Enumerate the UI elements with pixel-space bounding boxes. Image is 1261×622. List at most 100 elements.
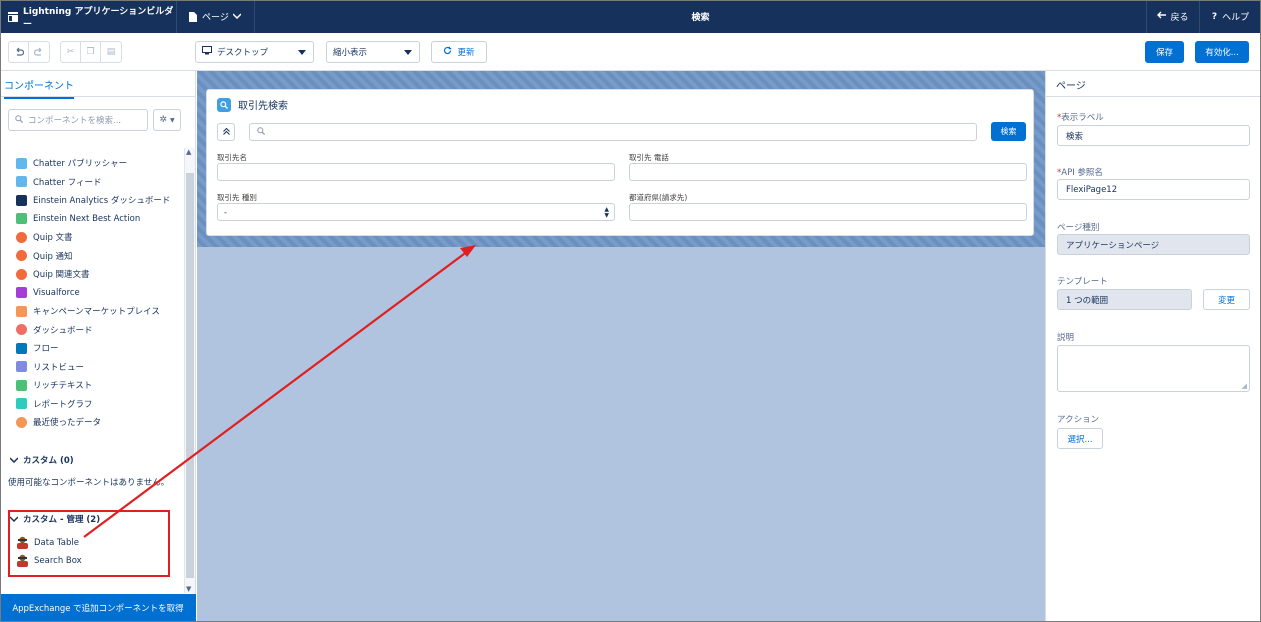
device-select-value: デスクトップ <box>217 48 269 58</box>
refresh-button[interactable]: 更新 <box>431 41 487 63</box>
cut-button[interactable]: ✂ <box>61 42 81 62</box>
help-button[interactable]: ? ヘルプ <box>1200 0 1261 33</box>
card-header: 取引先検索 <box>217 97 288 112</box>
component-list-item[interactable]: 最近使ったデータ <box>16 413 184 432</box>
arrow-left-icon <box>1157 11 1167 22</box>
component-list-item[interactable]: フロー <box>16 339 184 358</box>
component-label: 最近使ったデータ <box>33 418 102 429</box>
component-list-item[interactable]: Quip 通知 <box>16 247 184 266</box>
description-textarea[interactable]: ◢ <box>1057 345 1250 392</box>
managed-section-label: カスタム - 管理 (2) <box>23 515 101 525</box>
component-search-box[interactable]: Search Box <box>16 554 82 567</box>
component-label: Einstein Next Best Action <box>33 213 141 224</box>
properties-header: ページ <box>1046 71 1261 97</box>
component-list-item[interactable]: リッチテキスト <box>16 376 184 395</box>
scrollbar-thumb[interactable] <box>186 173 194 578</box>
page-type-label: ページ種別 <box>1057 223 1100 233</box>
scissors-icon: ✂ <box>66 47 75 57</box>
lightning-icon <box>16 157 27 169</box>
actions-label: アクション <box>1057 415 1100 425</box>
quip-icon <box>16 268 27 280</box>
resize-handle-icon: ◢ <box>1241 382 1247 390</box>
dashboard-icon <box>16 324 27 336</box>
quip-icon <box>16 231 27 243</box>
app-title: Lightning アプリケーションビルダー <box>0 0 177 33</box>
search-button[interactable]: 検索 <box>991 122 1026 141</box>
device-select[interactable]: デスクトップ <box>195 41 314 63</box>
component-list-item[interactable]: リストビュー <box>16 358 184 377</box>
component-list-item[interactable]: Einstein Analytics ダッシュボード <box>16 191 184 210</box>
campaign-icon <box>16 305 27 317</box>
help-label: ヘルプ <box>1222 13 1250 23</box>
custom-component-icon <box>16 536 29 549</box>
pages-label: ページ <box>202 13 229 23</box>
chevron-down-icon <box>9 515 19 524</box>
component-list-item[interactable]: Visualforce <box>16 284 184 303</box>
component-data-table[interactable]: Data Table <box>16 536 79 549</box>
billing-state-input[interactable] <box>629 203 1027 221</box>
feed-icon <box>16 176 27 188</box>
managed-section-header[interactable]: カスタム - 管理 (2) <box>9 513 101 525</box>
component-list-item[interactable]: Quip 文書 <box>16 228 184 247</box>
save-button[interactable]: 保存 <box>1145 41 1184 63</box>
account-phone-input[interactable] <box>629 163 1027 181</box>
back-label: 戻る <box>1170 13 1189 23</box>
paste-button[interactable]: ▤ <box>101 42 121 62</box>
card-title: 取引先検索 <box>238 101 288 112</box>
keyword-search-input[interactable] <box>249 123 977 141</box>
paste-icon: ▤ <box>106 47 116 57</box>
component-list-item[interactable]: Einstein Next Best Action <box>16 210 184 229</box>
component-list-item[interactable]: ダッシュボード <box>16 321 184 340</box>
scroll-down-icon: ▼ <box>186 585 192 593</box>
api-name-input[interactable]: FlexiPage12 <box>1057 179 1250 200</box>
undo-redo-group <box>8 41 50 63</box>
activate-button[interactable]: 有効化... <box>1195 41 1249 63</box>
search-icon <box>217 97 231 112</box>
select-actions-button[interactable]: 選択... <box>1057 428 1103 449</box>
collapse-button[interactable] <box>217 123 235 141</box>
zoom-select[interactable]: 縮小表示 <box>326 41 420 63</box>
standard-component-list: Chatter パブリッシャー Chatter フィード Einstein Anal… <box>16 154 184 432</box>
change-template-button[interactable]: 変更 <box>1203 289 1250 310</box>
double-chevron-up-icon <box>222 127 230 137</box>
component-label: Search Box <box>34 555 82 566</box>
account-type-select[interactable]: - ▲ ▼ <box>217 203 615 221</box>
component-label: キャンペーンマーケットプレイス <box>33 307 160 318</box>
analytics-icon <box>16 194 27 206</box>
custom-section-header[interactable]: カスタム (0) <box>9 454 74 466</box>
report-chart-icon <box>16 398 27 410</box>
settings-menu-button[interactable]: ✲ ▼ <box>153 109 181 131</box>
question-icon: ? <box>1211 11 1218 22</box>
component-list-item[interactable]: レポートグラフ <box>16 395 184 414</box>
api-name-text: API 参照名 <box>1061 168 1103 178</box>
template-label: テンプレート <box>1057 277 1108 287</box>
appexchange-button[interactable]: AppExchange で追加コンポーネントを取得 <box>0 594 196 622</box>
custom-component-icon <box>16 554 29 567</box>
field-label-billing-state: 都道府県(請求先) <box>629 193 688 202</box>
redo-button[interactable] <box>29 42 49 62</box>
component-label: リストビュー <box>33 362 85 373</box>
component-list-item[interactable]: Chatter パブリッシャー <box>16 154 184 173</box>
template-value: 1 つの範囲 <box>1057 289 1192 310</box>
account-name-input[interactable] <box>217 163 615 181</box>
component-label: Chatter パブリッシャー <box>33 159 128 170</box>
component-list-item[interactable]: Chatter フィード <box>16 173 184 192</box>
custom-section-label: カスタム (0) <box>23 456 74 466</box>
tab-components[interactable]: コンポーネント <box>4 77 74 99</box>
back-button[interactable]: 戻る <box>1146 0 1200 33</box>
display-label-input[interactable]: 検索 <box>1057 125 1250 146</box>
search-box-component[interactable]: 取引先検索 検索 取引先名 取引先 電話 取引先 種別 - ▲ ▼ 都道府県(請求… <box>206 89 1034 236</box>
component-label: Einstein Analytics ダッシュボード <box>33 196 171 207</box>
copy-button[interactable]: ❐ <box>81 42 101 62</box>
component-search-input[interactable]: コンポーネントを検索... <box>8 109 148 131</box>
display-label-label: *表示ラベル <box>1057 111 1104 123</box>
undo-button[interactable] <box>9 42 29 62</box>
search-placeholder: コンポーネントを検索... <box>28 116 122 126</box>
copy-icon: ❐ <box>86 47 95 57</box>
component-list-item[interactable]: キャンペーンマーケットプレイス <box>16 302 184 321</box>
field-label-account-phone: 取引先 電話 <box>629 153 669 162</box>
components-scrollbar[interactable]: ▲ ▼ <box>184 148 195 593</box>
component-list-item[interactable]: Quip 関連文書 <box>16 265 184 284</box>
component-label: Data Table <box>34 537 79 548</box>
pages-menu[interactable]: ページ <box>177 0 255 33</box>
